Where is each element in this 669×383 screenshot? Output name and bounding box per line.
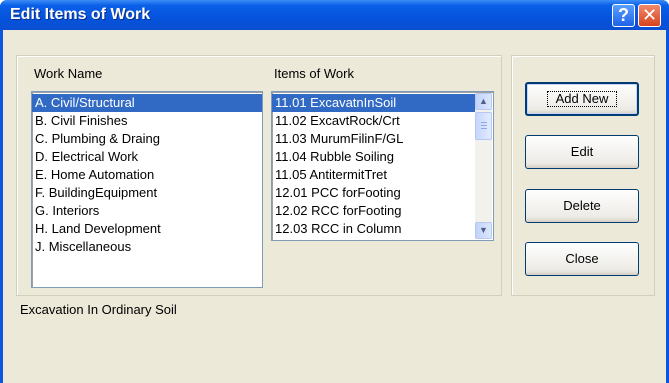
delete-button[interactable]: Delete xyxy=(525,189,639,223)
list-item[interactable]: 11.02 ExcavtRock/Crt xyxy=(272,112,475,130)
list-item[interactable]: C. Plumbing & Draing xyxy=(32,130,262,148)
list-item[interactable]: 11.01 ExcavatnInSoil xyxy=(272,94,475,112)
grip-line xyxy=(481,128,487,129)
list-item[interactable]: E. Home Automation xyxy=(32,166,262,184)
work-name-header: Work Name xyxy=(34,66,103,81)
add-new-label: Add New xyxy=(546,91,618,107)
grip-line xyxy=(481,125,487,126)
list-item[interactable]: 12.03 RCC in Column xyxy=(272,220,475,238)
items-of-work-header: Items of Work xyxy=(274,66,354,81)
scroll-down-icon: ▼ xyxy=(479,225,488,235)
edit-label: Edit xyxy=(570,144,594,159)
list-item[interactable]: H. Land Development xyxy=(32,220,262,238)
dialog-body: Work Name Items of Work A. Civil/Structu… xyxy=(3,30,666,383)
list-item[interactable]: B. Civil Finishes xyxy=(32,112,262,130)
list-item[interactable]: G. Interiors xyxy=(32,202,262,220)
edit-button[interactable]: Edit xyxy=(525,135,639,169)
list-item[interactable]: F. BuildingEquipment xyxy=(32,184,262,202)
list-item[interactable]: 11.04 Rubble Soiling xyxy=(272,148,475,166)
add-new-button[interactable]: Add New xyxy=(525,82,639,116)
dialog-window: Edit Items of Work ? ✕ Work Name Items o… xyxy=(0,0,669,383)
list-item[interactable]: 12.01 PCC forFooting xyxy=(272,184,475,202)
close-label: Close xyxy=(565,251,599,266)
help-button[interactable]: ? xyxy=(612,4,635,27)
title-bar[interactable]: Edit Items of Work ? ✕ xyxy=(0,0,669,30)
delete-label: Delete xyxy=(563,198,601,213)
close-icon: ✕ xyxy=(641,5,658,25)
list-item[interactable]: 11.05 AntitermitTret xyxy=(272,166,475,184)
close-button[interactable]: Close xyxy=(525,242,639,276)
work-name-list[interactable]: A. Civil/Structural B. Civil Finishes C.… xyxy=(31,91,263,288)
items-of-work-list[interactable]: 11.01 ExcavatnInSoil 11.02 ExcavtRock/Cr… xyxy=(271,91,494,241)
scroll-thumb[interactable] xyxy=(475,112,492,140)
help-icon: ? xyxy=(618,5,629,25)
scroll-up-button[interactable]: ▲ xyxy=(475,93,492,110)
items-scrollbar[interactable]: ▲ ▼ xyxy=(475,93,492,239)
close-window-button[interactable]: ✕ xyxy=(638,4,661,27)
list-item[interactable]: A. Civil/Structural xyxy=(32,94,262,112)
grip-line xyxy=(481,122,487,123)
list-item[interactable]: J. Miscellaneous xyxy=(32,238,262,256)
list-item[interactable]: 12.02 RCC forFooting xyxy=(272,202,475,220)
list-item[interactable]: 11.03 MurumFilinF/GL xyxy=(272,130,475,148)
list-item[interactable]: D. Electrical Work xyxy=(32,148,262,166)
item-description: Excavation In Ordinary Soil xyxy=(20,302,177,317)
scroll-down-button[interactable]: ▼ xyxy=(475,222,492,239)
scroll-up-icon: ▲ xyxy=(479,96,488,106)
window-title: Edit Items of Work xyxy=(10,6,151,23)
